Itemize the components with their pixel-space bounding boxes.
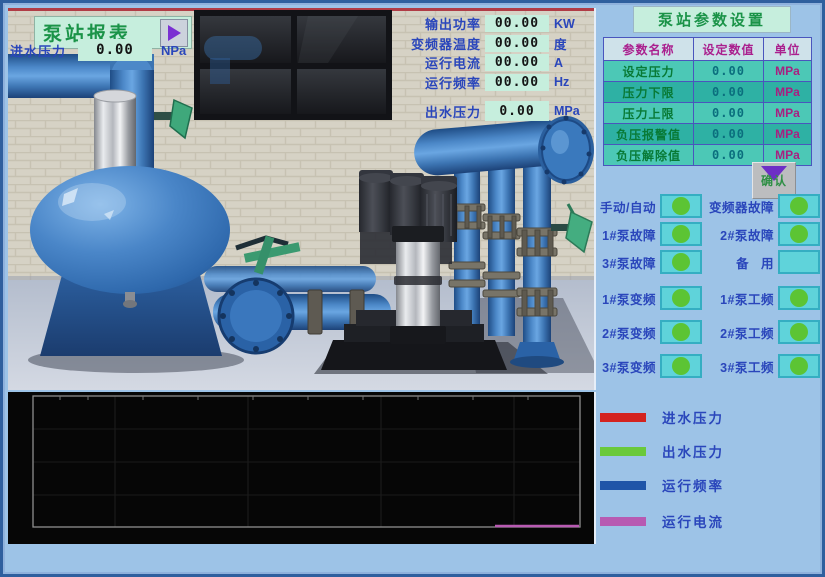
pump1-mains-lamp bbox=[778, 286, 820, 310]
pump3-fault-lamp bbox=[660, 250, 702, 274]
header-unit: 单位 bbox=[764, 38, 812, 61]
indicator-pump3-vfd: 3#泵变频 bbox=[594, 349, 702, 383]
negative-pressure-alarm-input[interactable]: 0.00 bbox=[694, 124, 764, 145]
run-frequency-value: 00.00 bbox=[485, 74, 549, 91]
header-set-value: 设定数值 bbox=[694, 38, 764, 61]
outlet-pressure-display: 出水压力 0.00 MPa bbox=[386, 101, 584, 122]
indicator-pump2-vfd: 2#泵变频 bbox=[594, 315, 702, 349]
row-negative-pressure-alarm: 负压报警值 0.00 MPa bbox=[604, 124, 812, 145]
legend-inlet-pressure: 进水压力 bbox=[598, 410, 810, 424]
window bbox=[194, 10, 392, 120]
pump-station-hmi: 泵站报表 进水压力 0.00 NPa 输出功率 00.00 KW 变频器温度 0… bbox=[0, 0, 825, 577]
indicator-pump1-vfd: 1#泵变频 bbox=[594, 281, 702, 315]
inlet-pressure-swatch bbox=[600, 413, 646, 422]
legend-run-current: 运行电流 bbox=[598, 514, 810, 528]
settings-table-header: 参数名称 设定数值 单位 bbox=[604, 38, 812, 61]
output-parameters: 输出功率 00.00 KW 变频器温度 00.00 度 运行电流 00.00 A… bbox=[386, 14, 584, 122]
legend-run-frequency: 运行频率 bbox=[598, 478, 810, 492]
indicator-pump3-mains: 3#泵工频 bbox=[702, 349, 820, 383]
inverter-temp-value: 00.00 bbox=[485, 35, 549, 52]
run-frequency-swatch bbox=[600, 481, 646, 490]
legend-outlet-pressure: 出水压力 bbox=[598, 444, 810, 458]
pump2-mains-lamp bbox=[778, 320, 820, 344]
indicator-pump2-mains: 2#泵工频 bbox=[702, 315, 820, 349]
manual-auto-lamp bbox=[660, 194, 702, 218]
inlet-pressure-unit: NPa bbox=[161, 43, 186, 58]
param-inverter-temp: 变频器温度 00.00 度 bbox=[386, 34, 584, 53]
pump3-vfd-lamp bbox=[660, 354, 702, 378]
param-run-current: 运行电流 00.00 A bbox=[386, 53, 584, 72]
row-pressure-high-limit: 压力上限 0.00 MPa bbox=[604, 103, 812, 124]
indicator-pump3-fault: 3#泵故障 bbox=[594, 248, 702, 276]
set-pressure-input[interactable]: 0.00 bbox=[694, 61, 764, 82]
pump3-mains-lamp bbox=[778, 354, 820, 378]
spare-lamp bbox=[778, 250, 820, 274]
pump2-vfd-lamp bbox=[660, 320, 702, 344]
row-pressure-low-limit: 压力下限 0.00 MPa bbox=[604, 82, 812, 103]
settings-panel-title: 泵站参数设置 bbox=[633, 6, 791, 33]
indicator-pump1-mains: 1#泵工频 bbox=[702, 281, 820, 315]
indicator-pump2-fault: 2#泵故障 bbox=[702, 220, 820, 248]
pump2-fault-lamp bbox=[778, 222, 820, 246]
output-power-value: 00.00 bbox=[485, 15, 549, 32]
indicator-vfd-fault: 变频器故障 bbox=[702, 192, 820, 220]
outlet-pressure-swatch bbox=[600, 447, 646, 456]
trend-chart bbox=[8, 392, 596, 544]
pump-station-3d-view: 泵站报表 进水压力 0.00 NPa 输出功率 00.00 KW 变频器温度 0… bbox=[8, 8, 596, 390]
vfd-fault-lamp bbox=[778, 194, 820, 218]
pressure-high-limit-input[interactable]: 0.00 bbox=[694, 103, 764, 124]
trend-legend: 进水压力 出水压力 运行频率 运行电流 bbox=[598, 410, 810, 548]
inlet-pressure-value: 0.00 bbox=[78, 39, 152, 61]
indicator-pump1-fault: 1#泵故障 bbox=[594, 220, 702, 248]
settings-table: 参数名称 设定数值 单位 设定压力 0.00 MPa 压力下限 0.00 MPa… bbox=[603, 37, 812, 166]
param-run-frequency: 运行频率 00.00 Hz bbox=[386, 73, 584, 92]
pump1-fault-lamp bbox=[660, 222, 702, 246]
inlet-pressure-display: 进水压力 0.00 NPa bbox=[10, 38, 186, 62]
indicator-spare: 备 用 bbox=[702, 248, 820, 276]
outlet-pressure-value: 0.00 bbox=[485, 101, 549, 121]
trend-chart-plot bbox=[8, 392, 594, 544]
header-param-name: 参数名称 bbox=[604, 38, 694, 61]
pressure-low-limit-input[interactable]: 0.00 bbox=[694, 82, 764, 103]
pump1-vfd-lamp bbox=[660, 286, 702, 310]
run-current-swatch bbox=[600, 517, 646, 526]
indicator-manual-auto: 手动/自动 bbox=[594, 192, 702, 220]
inlet-pressure-label: 进水压力 bbox=[10, 41, 78, 60]
row-set-pressure: 设定压力 0.00 MPa bbox=[604, 61, 812, 82]
confirm-button-label: 确认 bbox=[761, 172, 787, 189]
run-current-value: 00.00 bbox=[485, 54, 549, 71]
status-indicators: 手动/自动 变频器故障 1#泵故障 2#泵故障 3#泵故障 bbox=[594, 192, 820, 383]
param-output-power: 输出功率 00.00 KW bbox=[386, 14, 584, 33]
